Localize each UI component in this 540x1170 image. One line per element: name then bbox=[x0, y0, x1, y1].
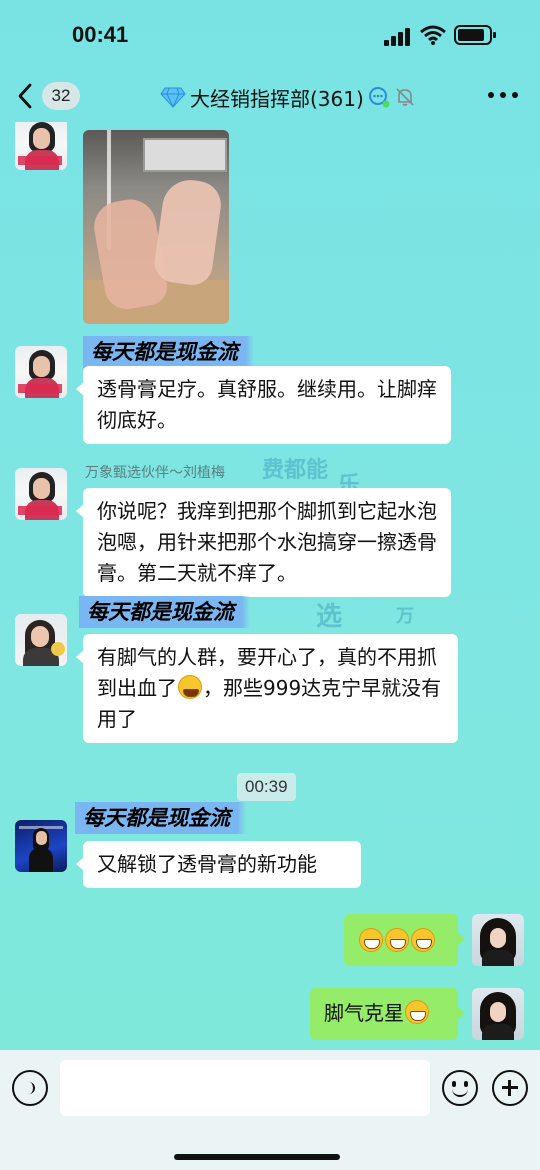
mute-bell-icon bbox=[396, 88, 414, 106]
sender-avatar[interactable] bbox=[15, 122, 67, 170]
diamond-icon bbox=[160, 87, 186, 108]
chat-title-area[interactable]: 大经销指挥部(361) bbox=[160, 82, 416, 112]
message-text: 脚气克星 bbox=[324, 1001, 404, 1025]
message-input[interactable] bbox=[60, 1060, 430, 1116]
more-options-icon[interactable] bbox=[488, 92, 518, 100]
watermark-text: 费都能 bbox=[262, 458, 329, 483]
home-indicator bbox=[174, 1154, 340, 1160]
chat-bubble-icon bbox=[368, 87, 390, 108]
sender-avatar[interactable] bbox=[15, 468, 67, 520]
sender-name: 万象甄选伙伴～刘植梅 bbox=[85, 465, 225, 481]
grinning-emoji-icon bbox=[405, 1000, 429, 1024]
voice-input-icon[interactable] bbox=[12, 1070, 48, 1106]
message-timestamp: 00:39 bbox=[237, 773, 296, 801]
crying-laughing-emoji-icon bbox=[178, 675, 202, 699]
my-message-bubble[interactable] bbox=[344, 914, 465, 966]
image-message[interactable] bbox=[83, 130, 229, 324]
more-actions-plus-icon[interactable] bbox=[492, 1070, 528, 1106]
message-bubble[interactable]: 有脚气的人群，要开心了，真的不用抓到出血了 ，那些999达克宁早就没有用了 bbox=[76, 634, 458, 743]
watermark-text: 选 bbox=[316, 602, 343, 632]
sender-avatar[interactable] bbox=[15, 346, 67, 398]
watermark-text: 万 bbox=[396, 606, 414, 627]
message-bubble[interactable]: 又解锁了透骨膏的新功能 bbox=[76, 841, 361, 888]
grinning-emoji-icon bbox=[385, 928, 409, 952]
sender-name-badge: 每天都是现金流 bbox=[79, 596, 250, 628]
sender-avatar[interactable] bbox=[15, 820, 67, 872]
my-avatar[interactable] bbox=[472, 988, 524, 1040]
grinning-emoji-icon bbox=[411, 928, 435, 952]
signal-icon bbox=[384, 28, 412, 46]
sender-name-badge: 每天都是现金流 bbox=[83, 336, 254, 368]
grinning-emoji-icon bbox=[359, 928, 383, 952]
input-bar bbox=[0, 1050, 540, 1170]
chat-message-list[interactable]: 费都能 乐 选 万 每天都是现金流 透骨膏足疗。真舒服。继续用。让脚痒彻底好。 … bbox=[0, 122, 540, 1050]
emoji-picker-icon[interactable] bbox=[442, 1070, 478, 1106]
back-icon[interactable] bbox=[14, 80, 38, 112]
sender-avatar[interactable] bbox=[15, 614, 67, 666]
unread-count-badge[interactable]: 32 bbox=[42, 82, 80, 110]
status-time: 00:41 bbox=[72, 22, 129, 47]
message-bubble[interactable]: 你说呢？我痒到把那个脚抓到它起水泡泡嗯，用针来把那个水泡搞穿一擦透骨膏。第二天就… bbox=[76, 488, 451, 597]
battery-icon bbox=[454, 25, 496, 45]
my-avatar[interactable] bbox=[472, 914, 524, 966]
chat-title: 大经销指挥部(361) bbox=[190, 86, 364, 111]
my-message-bubble[interactable]: 脚气克星 bbox=[310, 988, 465, 1040]
message-bubble[interactable]: 透骨膏足疗。真舒服。继续用。让脚痒彻底好。 bbox=[76, 366, 451, 444]
wifi-icon bbox=[420, 25, 446, 45]
sender-name-badge: 每天都是现金流 bbox=[75, 802, 246, 834]
status-bar: 00:41 bbox=[0, 0, 540, 72]
chat-header: 32 大经销指挥部(361) bbox=[0, 72, 540, 122]
